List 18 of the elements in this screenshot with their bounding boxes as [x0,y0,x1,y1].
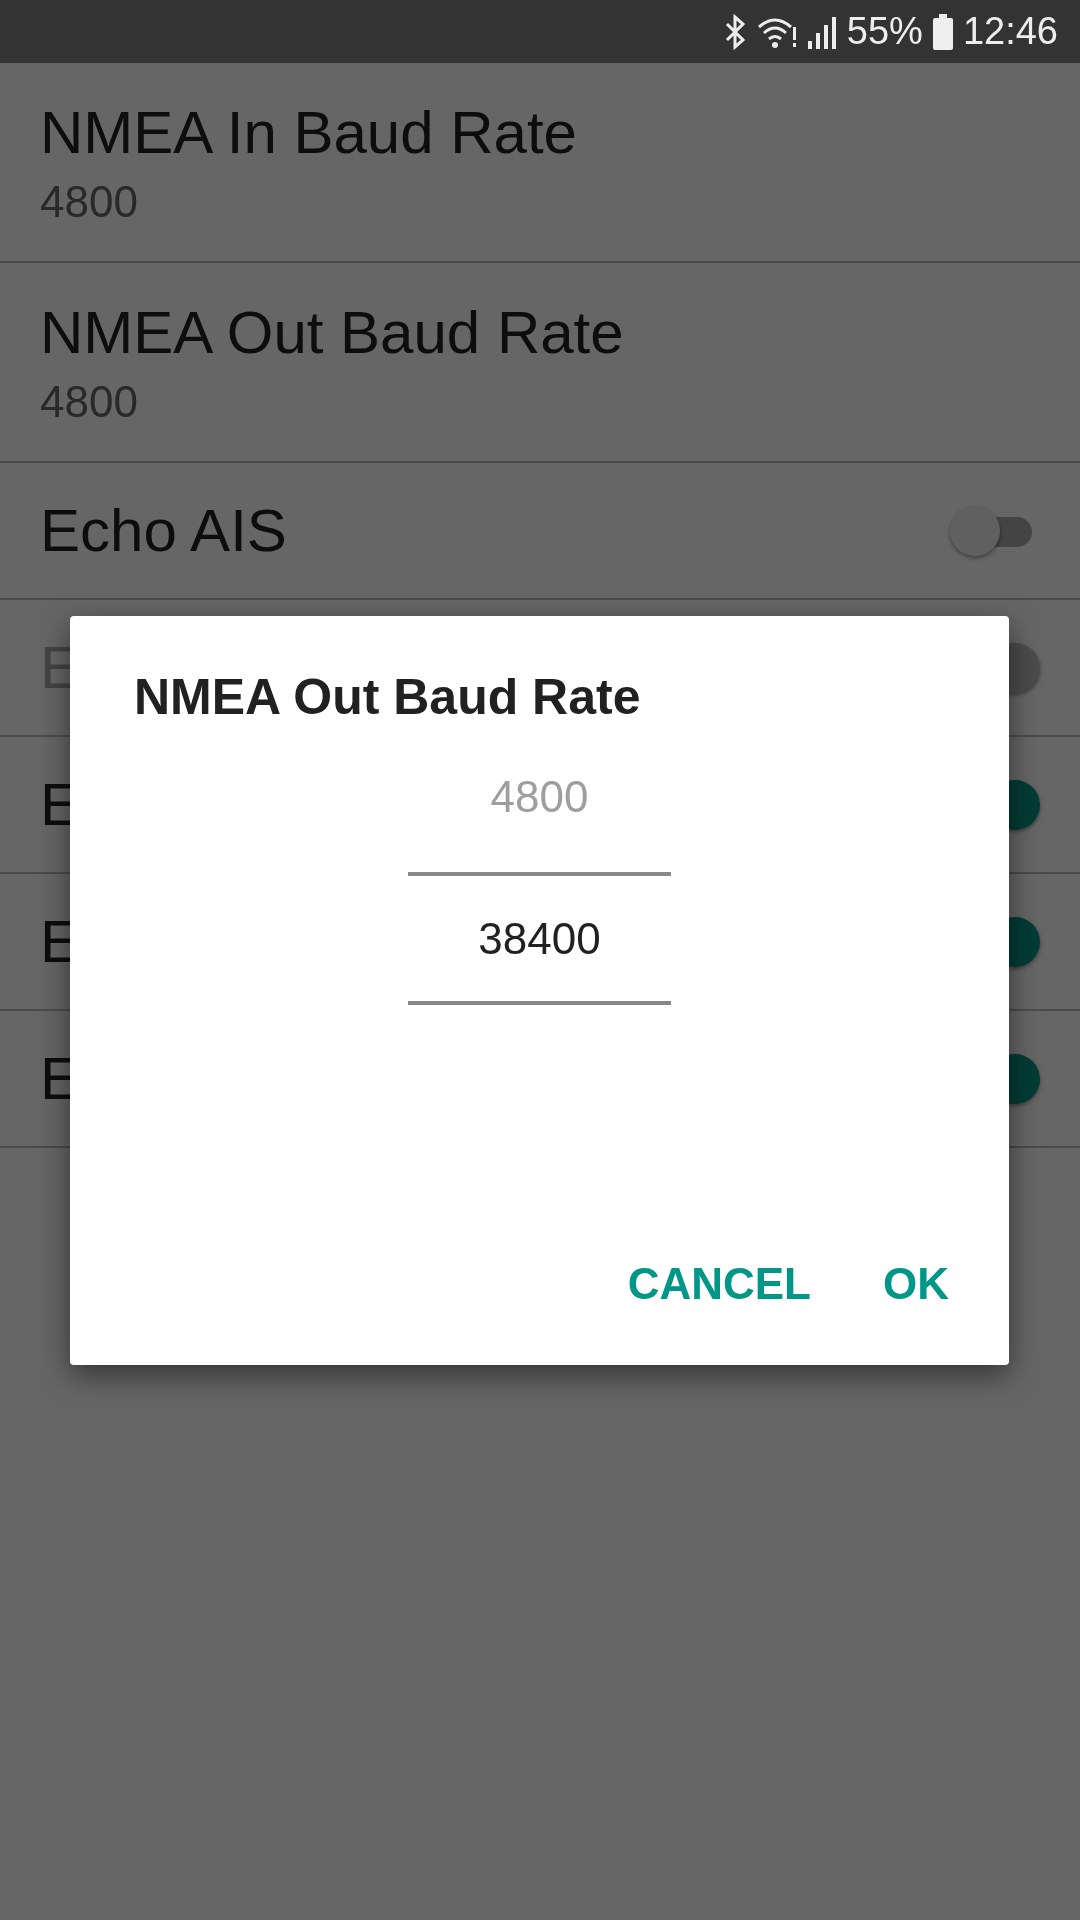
dialog-button[interactable]: OK [857,1243,975,1325]
clock-time: 12:46 [962,10,1058,53]
setting-value: 4800 [40,377,138,427]
setting-title: NMEA In Baud Rate [40,98,577,168]
dialog-title: NMEA Out Baud Rate [134,668,642,726]
setting-title: NMEA Out Baud Rate [40,298,624,368]
battery-percent: 55% [846,10,923,53]
settings-row[interactable]: NMEA Out Baud Rate 4800 [0,263,1080,463]
bluetooth-icon [724,13,747,50]
battery-icon [932,13,953,50]
signal-icon [806,14,837,49]
setting-title: Echo AIS [40,495,287,566]
settings-row[interactable]: Echo AIS [0,463,1080,600]
picker-value[interactable]: 4800 [408,762,671,872]
setting-value: 4800 [40,177,138,227]
settings-row[interactable]: NMEA In Baud Rate 4800 [0,63,1080,263]
dialog-button[interactable]: CANCEL [601,1243,837,1325]
picker-value[interactable]: 38400 [408,872,671,1005]
